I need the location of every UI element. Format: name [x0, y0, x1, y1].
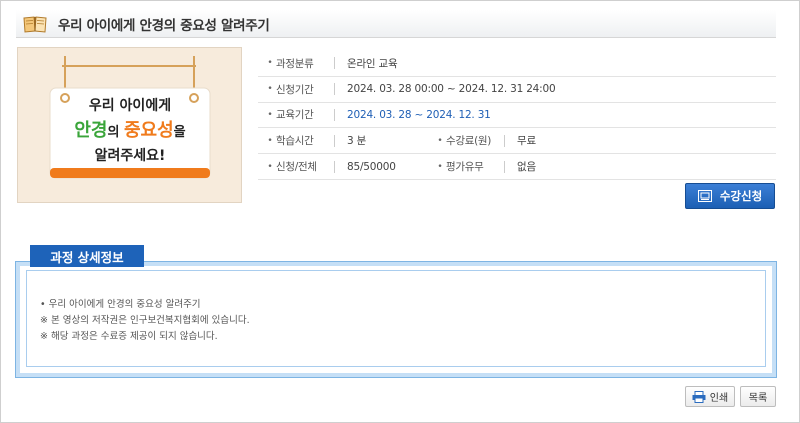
separator [334, 134, 335, 147]
certificate-icon [697, 190, 712, 202]
bullet: • [267, 135, 273, 146]
course-thumbnail: 우리 아이에게 안경의 중요성을 알려주세요! [17, 47, 242, 203]
detail-tab: 과정 상세정보 [30, 245, 144, 267]
bullet: • [267, 58, 273, 69]
bullet: • [267, 84, 273, 95]
printer-icon [692, 390, 706, 403]
thumb-line3: 알려주세요! [95, 147, 166, 164]
list-button[interactable]: 목록 [740, 386, 776, 407]
detail-box: • 우리 아이에게 안경의 중요성 알려주기 ※ 본 영상의 저작권은 인구보건… [16, 262, 776, 377]
detail-line: ※ 본 영상의 저작권은 인구보건복지협회에 있습니다. [40, 315, 250, 326]
print-button[interactable]: 인쇄 [685, 386, 735, 407]
separator [504, 160, 505, 173]
bullet: • [437, 161, 443, 172]
study-time-label: 학습시간 [276, 135, 314, 148]
separator [334, 160, 335, 173]
evaluation-label: 평가유무 [446, 161, 484, 174]
separator [334, 83, 335, 96]
separator [334, 57, 335, 70]
bullet: • [267, 161, 273, 172]
study-time-value: 3 분 [347, 135, 367, 148]
evaluation-value: 없음 [517, 161, 536, 174]
detail-line: • 우리 아이에게 안경의 중요성 알려주기 [40, 299, 201, 310]
detail-line: ※ 해당 과정은 수료증 제공이 되지 않습니다. [40, 331, 218, 342]
category-value: 온라인 교육 [347, 57, 398, 70]
apply-period-value: 2024. 03. 28 00:00 ~ 2024. 12. 31 24:00 [347, 83, 556, 96]
apply-period-label: 신청기간 [276, 83, 314, 96]
course-info-table: • 과정분류 온라인 교육 • 신청기간 2024. 03. 28 00:00 … [258, 51, 776, 180]
edu-period-value: 2024. 03. 28 ~ 2024. 12. 31 [347, 108, 491, 121]
detail-content: • 우리 아이에게 안경의 중요성 알려주기 ※ 본 영상의 저작권은 인구보건… [40, 297, 250, 345]
evaluation-cell: • 평가유무 없음 [428, 159, 536, 174]
fee-cell: • 수강료(원) 무료 [428, 133, 536, 148]
thumb-line2: 안경의 중요성을 [74, 120, 185, 141]
enrollment-cell: • 신청/전체 85/50000 [258, 159, 428, 174]
edu-period-label: 교육기간 [276, 109, 314, 122]
fee-label: 수강료(원) [446, 135, 492, 148]
apply-button-label: 수강신청 [719, 189, 763, 203]
separator [334, 108, 335, 121]
bullet: • [267, 109, 273, 120]
info-row-edu-period: • 교육기간 2024. 03. 28 ~ 2024. 12. 31 [258, 103, 776, 129]
bullet: • [437, 135, 443, 146]
category-label: 과정분류 [276, 57, 314, 70]
print-button-label: 인쇄 [709, 393, 729, 404]
page-title: 우리 아이에게 안경의 중요성 알려주기 [58, 17, 270, 34]
apply-course-button[interactable]: 수강신청 [685, 183, 775, 209]
fee-value: 무료 [517, 135, 536, 148]
info-row-category: • 과정분류 온라인 교육 [258, 51, 776, 77]
list-button-label: 목록 [748, 393, 768, 404]
info-row-enroll-eval: • 신청/전체 85/50000 • 평가유무 없음 [258, 154, 776, 180]
enrollment-value: 85/50000 [347, 160, 396, 173]
info-row-time-fee: • 학습시간 3 분 • 수강료(원) 무료 [258, 128, 776, 155]
thumb-line1: 우리 아이에게 [89, 97, 171, 114]
separator [504, 134, 505, 147]
title-bar: 우리 아이에게 안경의 중요성 알려주기 [16, 10, 776, 38]
book-icon [23, 15, 47, 33]
info-row-apply-period: • 신청기간 2024. 03. 28 00:00 ~ 2024. 12. 31… [258, 77, 776, 103]
study-time-cell: • 학습시간 3 분 [258, 133, 428, 148]
enrollment-label: 신청/전체 [276, 161, 317, 174]
